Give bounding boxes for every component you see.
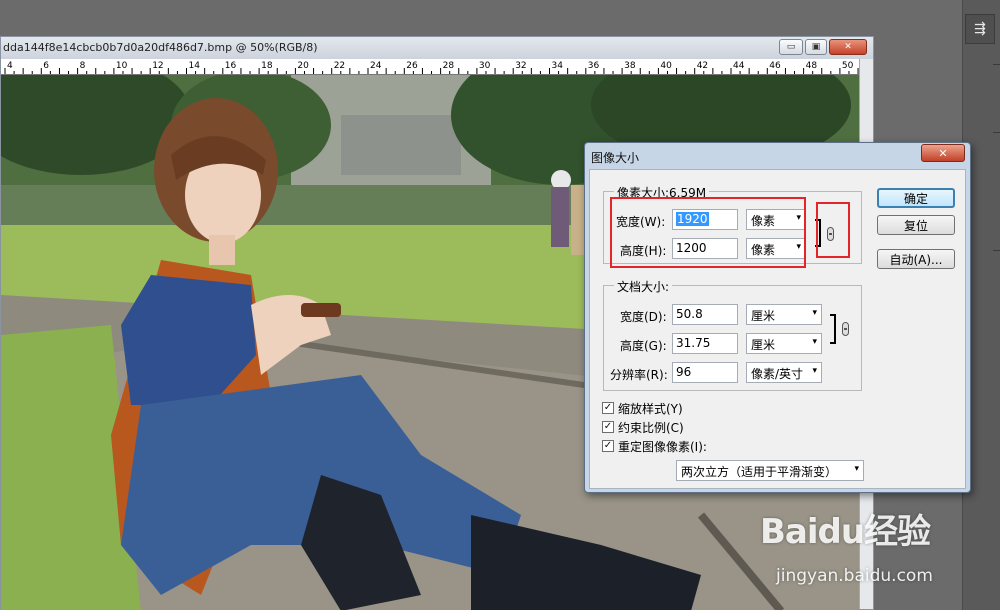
resample-image-checkbox[interactable]: ✓ 重定图像像素(I): [602,438,707,454]
doc-width-label: 宽度(D): [620,310,667,324]
doc-width-unit: 厘米 [751,309,776,323]
ruler-label: 8 [80,61,86,71]
doc-height-label: 高度(G): [620,339,667,353]
chevron-down-icon: ▾ [812,366,817,376]
resolution-label: 分辨率(R): [610,368,668,382]
doc-width-input[interactable]: 50.8 [672,304,738,325]
dialog-close-button[interactable]: ✕ [921,144,965,162]
ruler-label: 14 [189,61,201,71]
minimize-icon: ▭ [786,42,796,52]
chevron-down-icon: ▾ [854,464,859,474]
close-icon: ✕ [938,146,948,160]
panel-toggle-icon[interactable]: ⇶ [965,14,995,44]
ruler-label: 26 [406,61,418,71]
dock-divider [993,132,1000,133]
doc-link-bracket [830,314,836,344]
resample-method-value: 两次立方（适用于平滑渐变） [681,465,838,479]
highlight-box-link [816,202,850,258]
ruler-label: 36 [588,61,600,71]
chain-link-icon [842,322,849,336]
baidu-watermark: Baidu经验 [760,512,931,552]
close-window-button[interactable]: ✕ [829,39,867,55]
ruler-label: 10 [116,61,128,71]
ruler-label: 42 [697,61,708,71]
ruler-label: 12 [152,61,163,71]
doc-width-unit-select[interactable]: 厘米 ▾ [746,304,822,325]
watermark-url: jingyan.baidu.com [776,566,933,586]
panel-toggle-glyph: ⇶ [974,21,986,37]
checkbox-box[interactable]: ✓ [602,421,614,433]
ok-button-label: 确定 [903,191,928,206]
document-title: dda144f8e14cbcb0b7d0a20df486d7.bmp @ 50%… [3,41,318,54]
ruler-label: 38 [624,61,636,71]
ruler-label: 24 [370,61,382,71]
ruler-label: 44 [733,61,745,71]
dialog-title: 图像大小 [591,151,640,165]
dock-divider [993,64,1000,65]
doc-height-unit-select[interactable]: 厘米 ▾ [746,333,822,354]
auto-button[interactable]: 自动(A)... [877,249,955,269]
scale-styles-checkbox[interactable]: ✓ 缩放样式(Y) [602,400,683,416]
doc-height-value: 31.75 [676,336,711,350]
resample-method-select[interactable]: 两次立方（适用于平滑渐变） ▾ [676,460,864,481]
resolution-value: 96 [676,365,692,379]
doc-width-value: 50.8 [676,307,703,321]
ruler-label: 30 [479,61,491,71]
minimize-button[interactable]: ▭ [779,39,803,55]
resample-image-label: 重定图像像素(I): [618,439,707,454]
ok-button[interactable]: 确定 [877,188,955,208]
ruler-label: 18 [261,61,273,71]
reset-button-label: 复位 [903,218,928,233]
checkbox-box[interactable]: ✓ [602,402,614,414]
ruler-label: 34 [552,61,564,71]
constrain-proportions-label: 约束比例(C) [618,420,684,435]
resolution-input[interactable]: 96 [672,362,738,383]
image-size-dialog: 图像大小 ✕ 像素大小:6.59M 宽度(W): 1920 像素 ▾ 高度(H):… [584,142,971,493]
horizontal-ruler[interactable]: 4 6 8 10 12 14 16 18 20 22 24 26 28 30 32 34 36 38 40 42 44 4… [1,59,859,75]
ruler-ticks: 4 6 8 10 12 14 16 18 20 22 24 26 28 30 32 34 36 38 40 42 44 4… [4,61,859,74]
document-size-legend: 文档大小: [614,278,673,295]
ruler-label: 46 [769,61,781,71]
ruler-label: 4 [7,61,13,71]
restore-button[interactable]: ▣ [805,39,827,55]
dialog-body: 像素大小:6.59M 宽度(W): 1920 像素 ▾ 高度(H): 1200 像… [589,169,966,489]
scale-styles-label: 缩放样式(Y) [618,401,683,416]
chevron-down-icon: ▾ [812,337,817,347]
dock-divider [993,250,1000,251]
auto-button-label: 自动(A)... [889,252,943,267]
checkbox-box[interactable]: ✓ [602,440,614,452]
resolution-unit: 像素/英寸 [751,367,804,381]
ruler-label: 48 [806,61,818,71]
chevron-down-icon: ▾ [812,308,817,318]
ruler-label: 40 [660,61,672,71]
resolution-unit-select[interactable]: 像素/英寸 ▾ [746,362,822,383]
constrain-proportions-checkbox[interactable]: ✓ 约束比例(C) [602,419,684,435]
restore-icon: ▣ [811,42,821,52]
ruler-label: 16 [225,61,237,71]
ruler-label: 6 [43,61,49,71]
ruler-label: 20 [297,61,309,71]
close-icon: ✕ [844,42,852,52]
ruler-label: 28 [443,61,455,71]
doc-height-input[interactable]: 31.75 [672,333,738,354]
reset-button[interactable]: 复位 [877,215,955,235]
highlight-box-pixel-fields [610,197,806,268]
ruler-label: 32 [515,61,526,71]
ruler-label: 22 [334,61,345,71]
doc-height-unit: 厘米 [751,338,776,352]
ruler-label: 50 [842,61,854,71]
document-titlebar[interactable]: dda144f8e14cbcb0b7d0a20df486d7.bmp @ 50%… [1,37,873,59]
